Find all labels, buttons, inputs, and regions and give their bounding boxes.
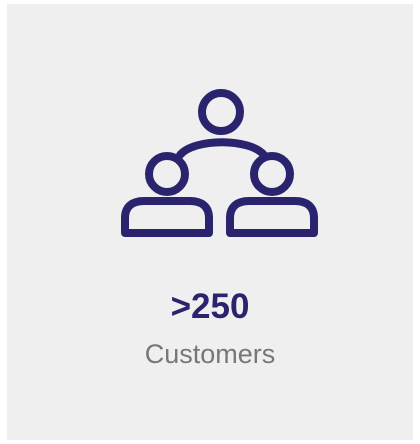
stat-value: >250 [170,287,250,326]
stat-label: Customers [144,339,276,369]
customers-group-icon [117,88,327,248]
stat-card: >250 Customers [7,4,413,440]
